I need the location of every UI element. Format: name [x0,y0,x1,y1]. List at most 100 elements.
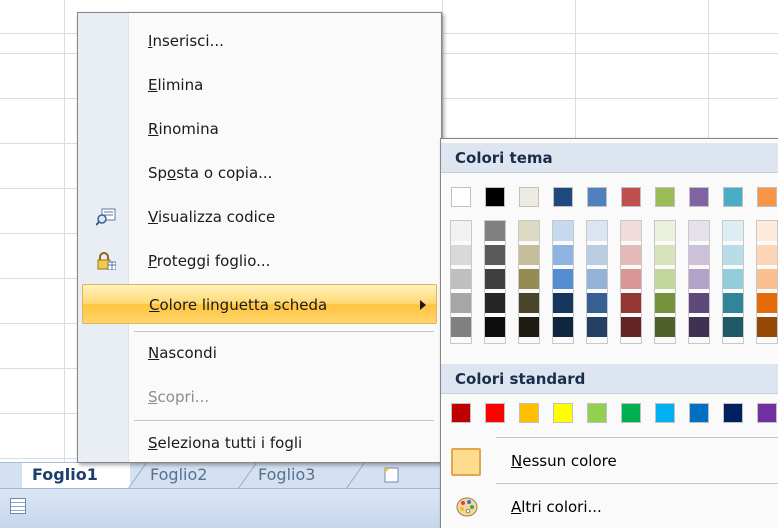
theme-shade-swatch[interactable] [451,293,471,313]
sheet-tab-foglio3[interactable]: Foglio3 [248,463,365,488]
theme-shade-swatch[interactable] [757,317,777,337]
no-color-item[interactable]: Nessun colore [441,441,778,481]
menu-item-label: Rinomina [148,120,219,138]
theme-shade-swatch[interactable] [655,317,675,337]
theme-shade-swatch[interactable] [689,245,709,265]
theme-shade-swatch[interactable] [757,245,777,265]
menu-separator [134,420,434,421]
menu-item-hide[interactable]: Nascondi [82,333,437,373]
theme-shade-swatch[interactable] [621,221,641,241]
theme-shade-swatch[interactable] [655,245,675,265]
theme-shade-swatch[interactable] [519,317,539,337]
theme-shade-swatch[interactable] [689,293,709,313]
theme-shade-swatch[interactable] [723,293,743,313]
theme-shade-swatch[interactable] [655,293,675,313]
theme-shade-swatch[interactable] [655,269,675,289]
theme-shade-swatch[interactable] [621,293,641,313]
menu-separator [496,437,778,438]
theme-color-swatch[interactable] [655,187,675,207]
standard-color-swatch[interactable] [451,403,471,423]
menu-item-delete[interactable]: Elimina [82,65,437,105]
sheet-tab-foglio2[interactable]: Foglio2 [140,463,257,488]
menu-item-select-all-sheets[interactable]: Seleziona tutti i fogli [82,423,437,463]
menu-item-unhide: Scopri... [82,377,437,417]
theme-shade-swatch[interactable] [757,269,777,289]
theme-shade-swatch[interactable] [655,221,675,241]
theme-shade-swatch[interactable] [485,317,505,337]
theme-shade-swatch[interactable] [723,269,743,289]
standard-color-swatch[interactable] [723,403,743,423]
theme-color-swatch[interactable] [519,187,539,207]
standard-color-swatch[interactable] [757,403,777,423]
theme-color-swatch[interactable] [757,187,777,207]
theme-shade-swatch[interactable] [451,269,471,289]
standard-color-swatch[interactable] [519,403,539,423]
menu-item-view-code[interactable]: Visualizza codice [82,197,437,237]
theme-shade-swatch[interactable] [451,245,471,265]
standard-color-swatch[interactable] [553,403,573,423]
theme-shade-swatch[interactable] [723,221,743,241]
menu-item-tab-color[interactable]: Colore linguetta scheda [82,284,437,324]
theme-color-swatch[interactable] [689,187,709,207]
sheet-tab-label: Foglio2 [150,465,208,484]
theme-shade-swatch[interactable] [757,221,777,241]
more-colors-item[interactable]: Altri colori... [441,487,778,527]
menu-item-label: Inserisci... [148,32,224,50]
menu-item-insert[interactable]: Inserisci... [82,21,437,61]
menu-item-rename[interactable]: Rinomina [82,109,437,149]
theme-shade-swatch[interactable] [519,269,539,289]
macro-record-icon[interactable] [10,498,26,514]
standard-color-swatch[interactable] [485,403,505,423]
theme-shade-swatch[interactable] [519,293,539,313]
theme-shade-swatch[interactable] [485,221,505,241]
theme-shade-swatch[interactable] [723,317,743,337]
theme-shade-swatch[interactable] [587,245,607,265]
theme-shade-swatch[interactable] [689,269,709,289]
theme-shade-swatch[interactable] [689,317,709,337]
theme-shade-swatch[interactable] [485,245,505,265]
theme-shade-swatch[interactable] [451,317,471,337]
theme-shade-swatch[interactable] [553,269,573,289]
theme-shade-swatch[interactable] [485,293,505,313]
theme-color-swatch[interactable] [485,187,505,207]
sheet-tab-foglio1[interactable]: Foglio1 [22,463,147,488]
standard-color-swatch[interactable] [587,403,607,423]
tab-color-submenu: Colori tema Colori standard Nessun color… [440,138,778,528]
menu-item-protect-sheet[interactable]: Proteggi foglio... [82,241,437,281]
theme-shade-swatch[interactable] [485,269,505,289]
menu-item-label: Proteggi foglio... [148,252,271,270]
menu-item-move-copy[interactable]: Sposta o copia... [82,153,437,193]
theme-color-swatch[interactable] [553,187,573,207]
theme-color-swatch[interactable] [723,187,743,207]
no-color-label: Nessun colore [511,452,617,470]
theme-color-swatch[interactable] [451,187,471,207]
theme-color-swatch[interactable] [587,187,607,207]
theme-shade-swatch[interactable] [689,221,709,241]
theme-shade-swatch[interactable] [621,317,641,337]
menu-item-label: Seleziona tutti i fogli [148,434,303,452]
theme-shade-swatch[interactable] [587,317,607,337]
menu-item-label: Visualizza codice [148,208,276,226]
theme-shade-swatch[interactable] [723,245,743,265]
insert-sheet-tab[interactable] [378,463,418,488]
theme-shade-swatch[interactable] [553,221,573,241]
menu-separator [496,483,778,484]
theme-shade-swatch[interactable] [587,269,607,289]
protect-sheet-icon [97,252,116,270]
theme-shade-swatch[interactable] [519,221,539,241]
theme-shade-swatch[interactable] [587,221,607,241]
theme-shade-swatch[interactable] [553,293,573,313]
theme-shade-swatch[interactable] [587,293,607,313]
theme-shade-swatch[interactable] [519,245,539,265]
theme-shade-swatch[interactable] [553,245,573,265]
theme-colors-header: Colori tema [441,143,778,173]
theme-shade-swatch[interactable] [451,221,471,241]
theme-shade-swatch[interactable] [621,269,641,289]
standard-color-swatch[interactable] [621,403,641,423]
theme-shade-swatch[interactable] [621,245,641,265]
standard-color-swatch[interactable] [655,403,675,423]
theme-color-swatch[interactable] [621,187,641,207]
standard-color-swatch[interactable] [689,403,709,423]
theme-shade-swatch[interactable] [553,317,573,337]
theme-shade-swatch[interactable] [757,293,777,313]
